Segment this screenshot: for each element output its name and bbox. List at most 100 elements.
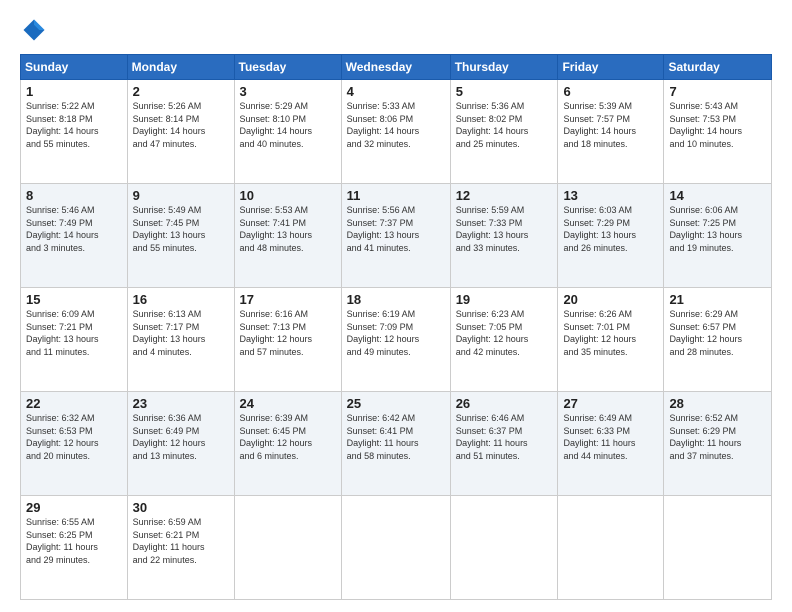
day-info: Sunrise: 5:22 AMSunset: 8:18 PMDaylight:…: [26, 100, 122, 150]
day-info: Sunrise: 6:55 AMSunset: 6:25 PMDaylight:…: [26, 516, 122, 566]
day-cell-20: 20Sunrise: 6:26 AMSunset: 7:01 PMDayligh…: [558, 288, 664, 392]
day-number: 26: [456, 396, 553, 411]
day-number: 7: [669, 84, 766, 99]
calendar-week-5: 29Sunrise: 6:55 AMSunset: 6:25 PMDayligh…: [21, 496, 772, 600]
day-cell-6: 6Sunrise: 5:39 AMSunset: 7:57 PMDaylight…: [558, 80, 664, 184]
day-number: 25: [347, 396, 445, 411]
day-cell-12: 12Sunrise: 5:59 AMSunset: 7:33 PMDayligh…: [450, 184, 558, 288]
day-info: Sunrise: 6:16 AMSunset: 7:13 PMDaylight:…: [240, 308, 336, 358]
empty-cell: [664, 496, 772, 600]
day-number: 9: [133, 188, 229, 203]
day-info: Sunrise: 6:42 AMSunset: 6:41 PMDaylight:…: [347, 412, 445, 462]
day-number: 13: [563, 188, 658, 203]
day-cell-22: 22Sunrise: 6:32 AMSunset: 6:53 PMDayligh…: [21, 392, 128, 496]
day-info: Sunrise: 6:26 AMSunset: 7:01 PMDaylight:…: [563, 308, 658, 358]
day-cell-24: 24Sunrise: 6:39 AMSunset: 6:45 PMDayligh…: [234, 392, 341, 496]
day-number: 20: [563, 292, 658, 307]
day-number: 27: [563, 396, 658, 411]
day-cell-1: 1Sunrise: 5:22 AMSunset: 8:18 PMDaylight…: [21, 80, 128, 184]
day-info: Sunrise: 5:59 AMSunset: 7:33 PMDaylight:…: [456, 204, 553, 254]
day-cell-27: 27Sunrise: 6:49 AMSunset: 6:33 PMDayligh…: [558, 392, 664, 496]
day-cell-2: 2Sunrise: 5:26 AMSunset: 8:14 PMDaylight…: [127, 80, 234, 184]
day-number: 22: [26, 396, 122, 411]
day-cell-7: 7Sunrise: 5:43 AMSunset: 7:53 PMDaylight…: [664, 80, 772, 184]
day-number: 2: [133, 84, 229, 99]
day-info: Sunrise: 6:46 AMSunset: 6:37 PMDaylight:…: [456, 412, 553, 462]
day-info: Sunrise: 5:29 AMSunset: 8:10 PMDaylight:…: [240, 100, 336, 150]
day-info: Sunrise: 6:39 AMSunset: 6:45 PMDaylight:…: [240, 412, 336, 462]
col-header-thursday: Thursday: [450, 55, 558, 80]
day-cell-23: 23Sunrise: 6:36 AMSunset: 6:49 PMDayligh…: [127, 392, 234, 496]
day-info: Sunrise: 5:56 AMSunset: 7:37 PMDaylight:…: [347, 204, 445, 254]
day-number: 18: [347, 292, 445, 307]
day-cell-4: 4Sunrise: 5:33 AMSunset: 8:06 PMDaylight…: [341, 80, 450, 184]
day-info: Sunrise: 6:52 AMSunset: 6:29 PMDaylight:…: [669, 412, 766, 462]
day-number: 1: [26, 84, 122, 99]
day-info: Sunrise: 6:59 AMSunset: 6:21 PMDaylight:…: [133, 516, 229, 566]
header: [20, 16, 772, 44]
day-number: 17: [240, 292, 336, 307]
empty-cell: [341, 496, 450, 600]
day-info: Sunrise: 5:46 AMSunset: 7:49 PMDaylight:…: [26, 204, 122, 254]
calendar-body: 1Sunrise: 5:22 AMSunset: 8:18 PMDaylight…: [21, 80, 772, 600]
calendar-header-row: SundayMondayTuesdayWednesdayThursdayFrid…: [21, 55, 772, 80]
day-cell-15: 15Sunrise: 6:09 AMSunset: 7:21 PMDayligh…: [21, 288, 128, 392]
day-cell-5: 5Sunrise: 5:36 AMSunset: 8:02 PMDaylight…: [450, 80, 558, 184]
calendar-week-2: 8Sunrise: 5:46 AMSunset: 7:49 PMDaylight…: [21, 184, 772, 288]
day-number: 5: [456, 84, 553, 99]
col-header-saturday: Saturday: [664, 55, 772, 80]
day-number: 24: [240, 396, 336, 411]
day-cell-21: 21Sunrise: 6:29 AMSunset: 6:57 PMDayligh…: [664, 288, 772, 392]
day-info: Sunrise: 6:36 AMSunset: 6:49 PMDaylight:…: [133, 412, 229, 462]
day-info: Sunrise: 5:39 AMSunset: 7:57 PMDaylight:…: [563, 100, 658, 150]
day-number: 6: [563, 84, 658, 99]
day-number: 3: [240, 84, 336, 99]
day-info: Sunrise: 6:23 AMSunset: 7:05 PMDaylight:…: [456, 308, 553, 358]
day-number: 30: [133, 500, 229, 515]
day-cell-11: 11Sunrise: 5:56 AMSunset: 7:37 PMDayligh…: [341, 184, 450, 288]
day-cell-19: 19Sunrise: 6:23 AMSunset: 7:05 PMDayligh…: [450, 288, 558, 392]
day-cell-30: 30Sunrise: 6:59 AMSunset: 6:21 PMDayligh…: [127, 496, 234, 600]
day-info: Sunrise: 6:13 AMSunset: 7:17 PMDaylight:…: [133, 308, 229, 358]
empty-cell: [234, 496, 341, 600]
empty-cell: [558, 496, 664, 600]
day-info: Sunrise: 6:03 AMSunset: 7:29 PMDaylight:…: [563, 204, 658, 254]
col-header-tuesday: Tuesday: [234, 55, 341, 80]
day-info: Sunrise: 5:36 AMSunset: 8:02 PMDaylight:…: [456, 100, 553, 150]
day-info: Sunrise: 5:33 AMSunset: 8:06 PMDaylight:…: [347, 100, 445, 150]
day-number: 23: [133, 396, 229, 411]
day-number: 16: [133, 292, 229, 307]
logo-icon: [20, 16, 48, 44]
col-header-monday: Monday: [127, 55, 234, 80]
day-number: 29: [26, 500, 122, 515]
day-info: Sunrise: 6:19 AMSunset: 7:09 PMDaylight:…: [347, 308, 445, 358]
col-header-sunday: Sunday: [21, 55, 128, 80]
day-cell-26: 26Sunrise: 6:46 AMSunset: 6:37 PMDayligh…: [450, 392, 558, 496]
day-cell-3: 3Sunrise: 5:29 AMSunset: 8:10 PMDaylight…: [234, 80, 341, 184]
day-number: 15: [26, 292, 122, 307]
day-cell-25: 25Sunrise: 6:42 AMSunset: 6:41 PMDayligh…: [341, 392, 450, 496]
day-number: 14: [669, 188, 766, 203]
day-info: Sunrise: 6:06 AMSunset: 7:25 PMDaylight:…: [669, 204, 766, 254]
col-header-wednesday: Wednesday: [341, 55, 450, 80]
day-info: Sunrise: 6:09 AMSunset: 7:21 PMDaylight:…: [26, 308, 122, 358]
day-info: Sunrise: 5:26 AMSunset: 8:14 PMDaylight:…: [133, 100, 229, 150]
logo: [20, 16, 52, 44]
day-number: 28: [669, 396, 766, 411]
day-cell-29: 29Sunrise: 6:55 AMSunset: 6:25 PMDayligh…: [21, 496, 128, 600]
col-header-friday: Friday: [558, 55, 664, 80]
page: SundayMondayTuesdayWednesdayThursdayFrid…: [0, 0, 792, 612]
day-info: Sunrise: 6:32 AMSunset: 6:53 PMDaylight:…: [26, 412, 122, 462]
day-cell-14: 14Sunrise: 6:06 AMSunset: 7:25 PMDayligh…: [664, 184, 772, 288]
calendar-week-3: 15Sunrise: 6:09 AMSunset: 7:21 PMDayligh…: [21, 288, 772, 392]
day-cell-13: 13Sunrise: 6:03 AMSunset: 7:29 PMDayligh…: [558, 184, 664, 288]
day-info: Sunrise: 6:49 AMSunset: 6:33 PMDaylight:…: [563, 412, 658, 462]
calendar-week-4: 22Sunrise: 6:32 AMSunset: 6:53 PMDayligh…: [21, 392, 772, 496]
day-number: 19: [456, 292, 553, 307]
day-info: Sunrise: 5:53 AMSunset: 7:41 PMDaylight:…: [240, 204, 336, 254]
day-number: 12: [456, 188, 553, 203]
day-number: 4: [347, 84, 445, 99]
calendar-week-1: 1Sunrise: 5:22 AMSunset: 8:18 PMDaylight…: [21, 80, 772, 184]
day-cell-28: 28Sunrise: 6:52 AMSunset: 6:29 PMDayligh…: [664, 392, 772, 496]
day-cell-8: 8Sunrise: 5:46 AMSunset: 7:49 PMDaylight…: [21, 184, 128, 288]
